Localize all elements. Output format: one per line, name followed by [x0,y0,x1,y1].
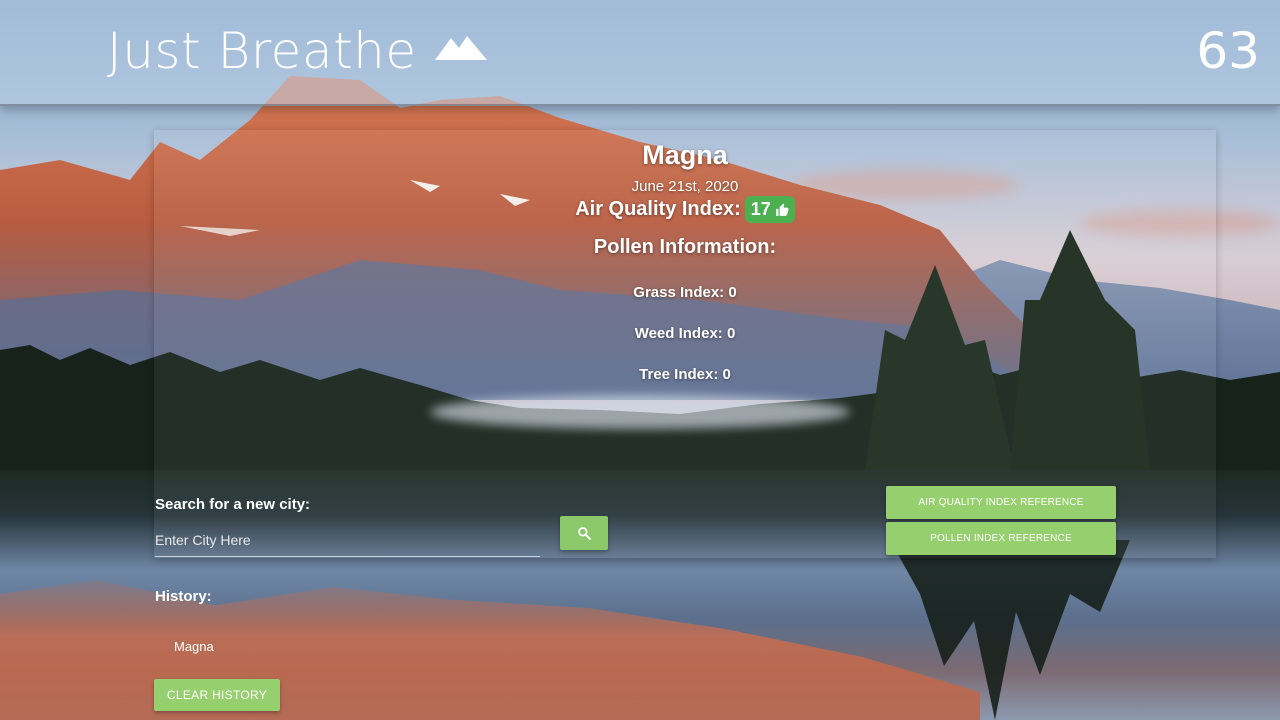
mountain-icon [434,36,487,60]
city-name: Magna [642,140,728,170]
search-button[interactable] [560,516,608,550]
aqi-label: Air Quality Index: [575,198,741,220]
city-search-input[interactable] [155,524,540,557]
thumbs-up-icon [775,203,789,216]
header-bar: Just Breathe 63 [0,0,1280,106]
aqi-badge: 17 [744,196,795,223]
tree-index: Tree Index: 0 [639,366,731,383]
pollen-reference-button[interactable]: POLLEN INDEX REFERENCE [886,522,1116,555]
pollen-heading: Pollen Information: [593,236,777,258]
search-icon [578,527,591,540]
grass-index: Grass Index: 0 [633,284,737,301]
brand-title: Just Breathe [107,22,417,80]
aqi-reference-button[interactable]: AIR QUALITY INDEX REFERENCE [886,486,1116,519]
current-date: June 21st, 2020 [631,178,739,195]
clear-history-button[interactable]: CLEAR HISTORY [154,679,280,711]
aqi-value: 17 [750,199,771,219]
search-label: Search for a new city: [155,496,311,513]
weed-index: Weed Index: 0 [634,325,736,342]
brand[interactable]: Just Breathe [107,22,487,80]
header-number: 63 [1196,22,1260,80]
history-item[interactable]: Magna [174,639,214,654]
aqi-row: Air Quality Index: 17 [0,196,1280,223]
history-label: History: [155,588,212,605]
